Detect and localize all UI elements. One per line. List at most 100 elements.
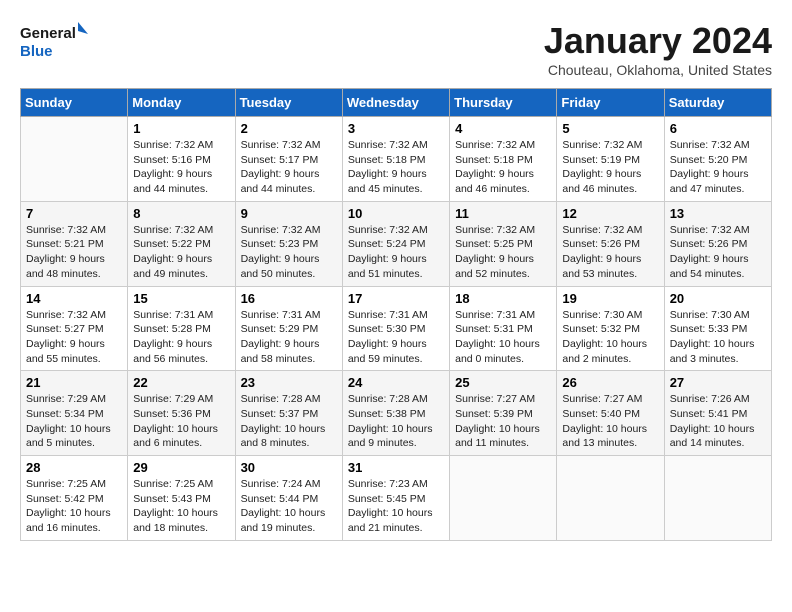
day-info: Sunrise: 7:32 AMSunset: 5:26 PMDaylight:…: [562, 223, 658, 282]
day-cell: 14Sunrise: 7:32 AMSunset: 5:27 PMDayligh…: [21, 286, 128, 371]
svg-text:General: General: [20, 25, 76, 42]
day-number: 18: [455, 291, 551, 306]
day-info: Sunrise: 7:32 AMSunset: 5:23 PMDaylight:…: [241, 223, 337, 282]
day-info: Sunrise: 7:27 AMSunset: 5:40 PMDaylight:…: [562, 392, 658, 451]
day-number: 25: [455, 375, 551, 390]
day-info: Sunrise: 7:31 AMSunset: 5:30 PMDaylight:…: [348, 308, 444, 367]
day-number: 1: [133, 121, 229, 136]
day-cell: 1 Sunrise: 7:32 AMSunset: 5:16 PMDaylight…: [128, 117, 235, 202]
day-cell: 5 Sunrise: 7:32 AMSunset: 5:19 PMDaylight…: [557, 117, 664, 202]
day-info: Sunrise: 7:28 AMSunset: 5:38 PMDaylight:…: [348, 392, 444, 451]
day-cell: 7 Sunrise: 7:32 AMSunset: 5:21 PMDaylight…: [21, 201, 128, 286]
day-number: 13: [670, 206, 766, 221]
day-info: Sunrise: 7:28 AMSunset: 5:37 PMDaylight:…: [241, 392, 337, 451]
day-cell: 29 Sunrise: 7:25 AMSunset: 5:43 PMDayligh…: [128, 456, 235, 541]
header-friday: Friday: [557, 89, 664, 117]
day-number: 5: [562, 121, 658, 136]
day-cell: 2 Sunrise: 7:32 AMSunset: 5:17 PMDaylight…: [235, 117, 342, 202]
day-number: 11: [455, 206, 551, 221]
day-cell: 15Sunrise: 7:31 AMSunset: 5:28 PMDayligh…: [128, 286, 235, 371]
day-info: Sunrise: 7:24 AMSunset: 5:44 PMDaylight:…: [241, 477, 337, 536]
day-info: Sunrise: 7:32 AMSunset: 5:16 PMDaylight:…: [133, 138, 229, 197]
day-info: Sunrise: 7:32 AMSunset: 5:25 PMDaylight:…: [455, 223, 551, 282]
header-saturday: Saturday: [664, 89, 771, 117]
day-cell: 6 Sunrise: 7:32 AMSunset: 5:20 PMDaylight…: [664, 117, 771, 202]
page-header: General Blue January 2024 Chouteau, Okla…: [20, 20, 772, 78]
location-subtitle: Chouteau, Oklahoma, United States: [544, 62, 772, 78]
day-info: Sunrise: 7:32 AMSunset: 5:20 PMDaylight:…: [670, 138, 766, 197]
week-row-5: 28Sunrise: 7:25 AMSunset: 5:42 PMDayligh…: [21, 456, 772, 541]
day-cell: 16 Sunrise: 7:31 AMSunset: 5:29 PMDayligh…: [235, 286, 342, 371]
day-info: Sunrise: 7:31 AMSunset: 5:29 PMDaylight:…: [241, 308, 337, 367]
day-number: 20: [670, 291, 766, 306]
header-sunday: Sunday: [21, 89, 128, 117]
day-info: Sunrise: 7:32 AMSunset: 5:21 PMDaylight:…: [26, 223, 122, 282]
day-number: 21: [26, 375, 122, 390]
day-cell: 10 Sunrise: 7:32 AMSunset: 5:24 PMDayligh…: [342, 201, 449, 286]
day-number: 15: [133, 291, 229, 306]
day-cell: [664, 456, 771, 541]
day-cell: [21, 117, 128, 202]
day-number: 10: [348, 206, 444, 221]
day-cell: 12Sunrise: 7:32 AMSunset: 5:26 PMDayligh…: [557, 201, 664, 286]
week-row-2: 7 Sunrise: 7:32 AMSunset: 5:21 PMDaylight…: [21, 201, 772, 286]
day-number: 6: [670, 121, 766, 136]
day-info: Sunrise: 7:32 AMSunset: 5:26 PMDaylight:…: [670, 223, 766, 282]
day-cell: 31 Sunrise: 7:23 AMSunset: 5:45 PMDayligh…: [342, 456, 449, 541]
header-thursday: Thursday: [450, 89, 557, 117]
day-number: 16: [241, 291, 337, 306]
day-cell: 27Sunrise: 7:26 AMSunset: 5:41 PMDayligh…: [664, 371, 771, 456]
logo: General Blue: [20, 20, 90, 65]
day-info: Sunrise: 7:32 AMSunset: 5:17 PMDaylight:…: [241, 138, 337, 197]
day-info: Sunrise: 7:29 AMSunset: 5:36 PMDaylight:…: [133, 392, 229, 451]
day-info: Sunrise: 7:29 AMSunset: 5:34 PMDaylight:…: [26, 392, 122, 451]
day-number: 29: [133, 460, 229, 475]
day-cell: 19Sunrise: 7:30 AMSunset: 5:32 PMDayligh…: [557, 286, 664, 371]
day-number: 14: [26, 291, 122, 306]
day-number: 2: [241, 121, 337, 136]
day-number: 30: [241, 460, 337, 475]
header-wednesday: Wednesday: [342, 89, 449, 117]
day-info: Sunrise: 7:31 AMSunset: 5:31 PMDaylight:…: [455, 308, 551, 367]
month-title: January 2024: [544, 20, 772, 62]
day-cell: [450, 456, 557, 541]
day-cell: 13 Sunrise: 7:32 AMSunset: 5:26 PMDayligh…: [664, 201, 771, 286]
day-info: Sunrise: 7:23 AMSunset: 5:45 PMDaylight:…: [348, 477, 444, 536]
day-cell: 21 Sunrise: 7:29 AMSunset: 5:34 PMDayligh…: [21, 371, 128, 456]
day-cell: 25 Sunrise: 7:27 AMSunset: 5:39 PMDayligh…: [450, 371, 557, 456]
day-info: Sunrise: 7:32 AMSunset: 5:19 PMDaylight:…: [562, 138, 658, 197]
day-cell: 11 Sunrise: 7:32 AMSunset: 5:25 PMDayligh…: [450, 201, 557, 286]
day-cell: 23 Sunrise: 7:28 AMSunset: 5:37 PMDayligh…: [235, 371, 342, 456]
day-number: 27: [670, 375, 766, 390]
day-number: 8: [133, 206, 229, 221]
day-cell: 3Sunrise: 7:32 AMSunset: 5:18 PMDaylight…: [342, 117, 449, 202]
svg-text:Blue: Blue: [20, 43, 53, 60]
day-number: 7: [26, 206, 122, 221]
day-info: Sunrise: 7:30 AMSunset: 5:32 PMDaylight:…: [562, 308, 658, 367]
day-info: Sunrise: 7:32 AMSunset: 5:22 PMDaylight:…: [133, 223, 229, 282]
day-cell: 22Sunrise: 7:29 AMSunset: 5:36 PMDayligh…: [128, 371, 235, 456]
day-info: Sunrise: 7:32 AMSunset: 5:18 PMDaylight:…: [455, 138, 551, 197]
day-cell: 4 Sunrise: 7:32 AMSunset: 5:18 PMDaylight…: [450, 117, 557, 202]
day-info: Sunrise: 7:27 AMSunset: 5:39 PMDaylight:…: [455, 392, 551, 451]
title-block: January 2024 Chouteau, Oklahoma, United …: [544, 20, 772, 78]
day-number: 17: [348, 291, 444, 306]
day-info: Sunrise: 7:32 AMSunset: 5:24 PMDaylight:…: [348, 223, 444, 282]
day-cell: 20 Sunrise: 7:30 AMSunset: 5:33 PMDayligh…: [664, 286, 771, 371]
day-number: 9: [241, 206, 337, 221]
week-row-1: 1 Sunrise: 7:32 AMSunset: 5:16 PMDaylight…: [21, 117, 772, 202]
day-number: 3: [348, 121, 444, 136]
day-cell: 9 Sunrise: 7:32 AMSunset: 5:23 PMDaylight…: [235, 201, 342, 286]
week-row-3: 14Sunrise: 7:32 AMSunset: 5:27 PMDayligh…: [21, 286, 772, 371]
header-monday: Monday: [128, 89, 235, 117]
header-row: SundayMondayTuesdayWednesdayThursdayFrid…: [21, 89, 772, 117]
day-number: 4: [455, 121, 551, 136]
day-number: 31: [348, 460, 444, 475]
header-tuesday: Tuesday: [235, 89, 342, 117]
day-info: Sunrise: 7:30 AMSunset: 5:33 PMDaylight:…: [670, 308, 766, 367]
day-cell: 17 Sunrise: 7:31 AMSunset: 5:30 PMDayligh…: [342, 286, 449, 371]
calendar-table: SundayMondayTuesdayWednesdayThursdayFrid…: [20, 88, 772, 541]
day-info: Sunrise: 7:25 AMSunset: 5:43 PMDaylight:…: [133, 477, 229, 536]
day-cell: 28Sunrise: 7:25 AMSunset: 5:42 PMDayligh…: [21, 456, 128, 541]
day-number: 23: [241, 375, 337, 390]
